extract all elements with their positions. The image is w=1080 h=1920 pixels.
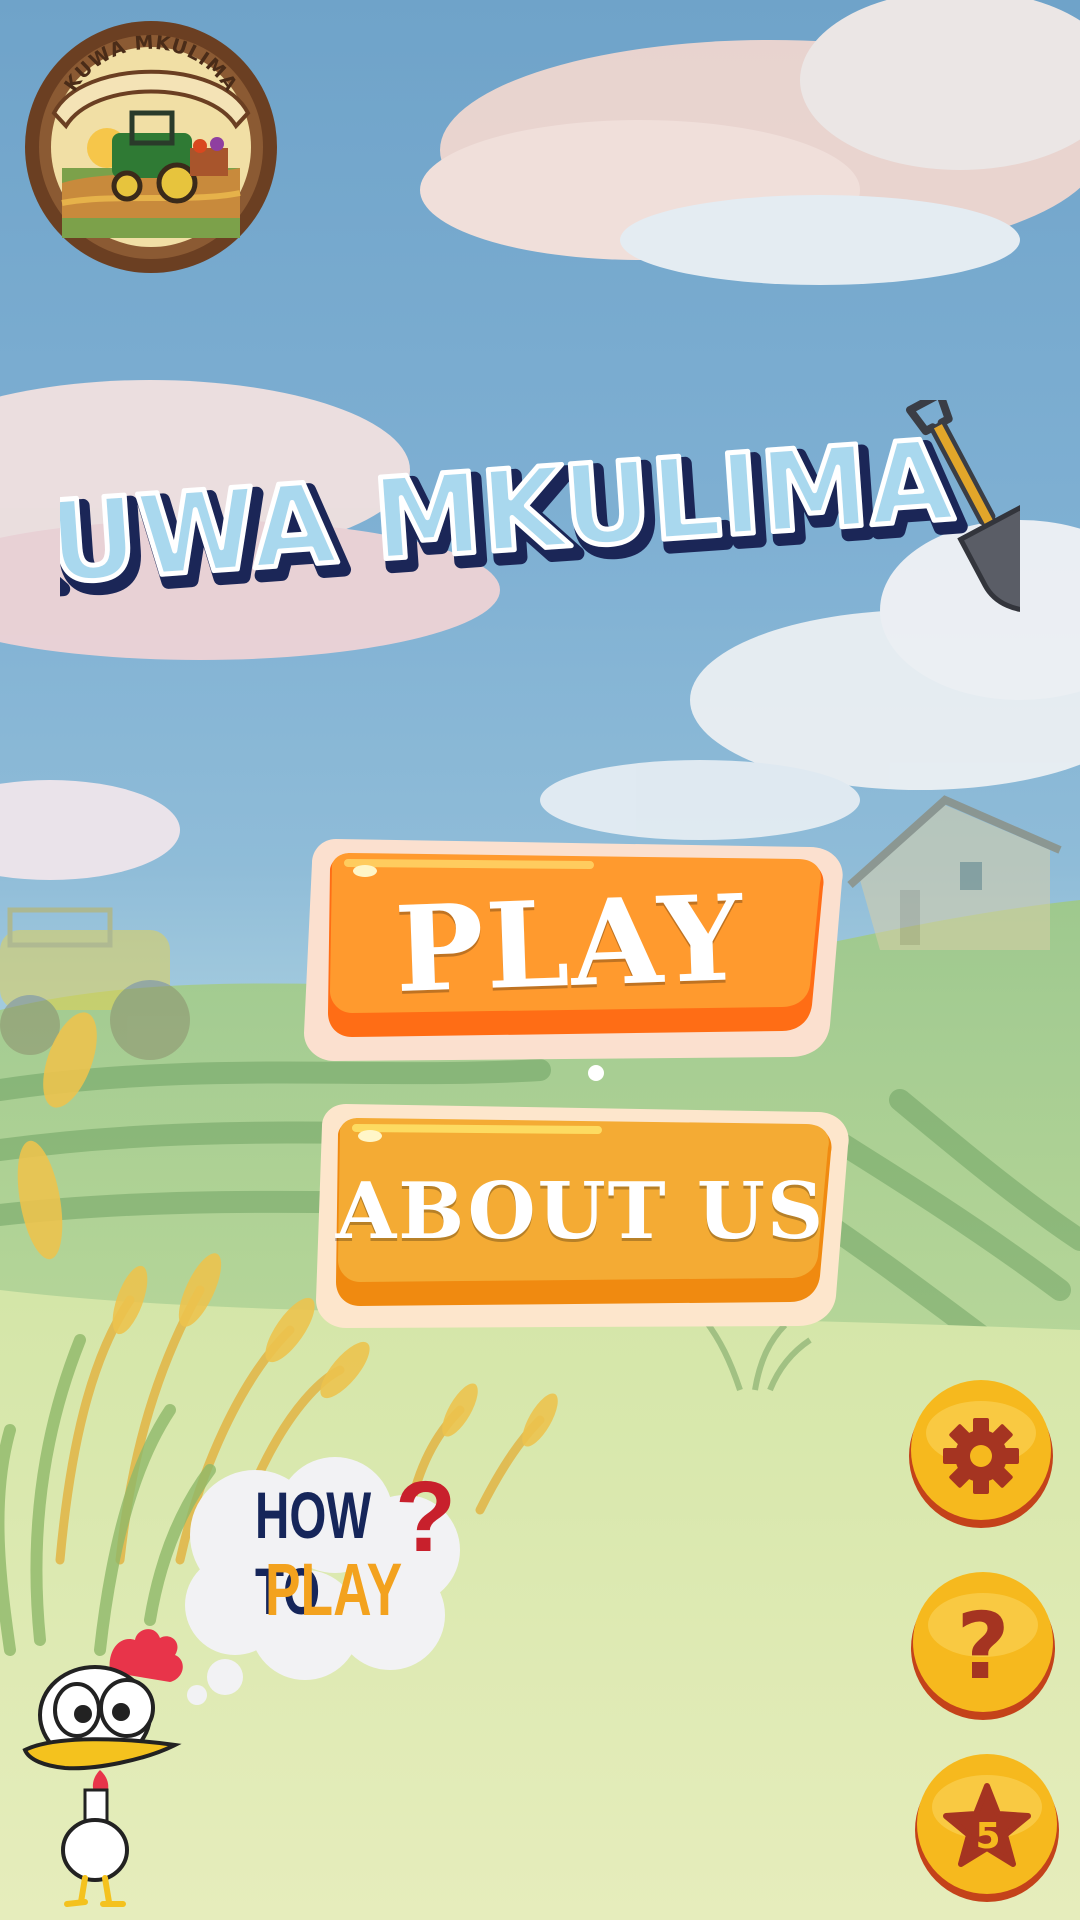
separator-dot	[588, 1065, 604, 1081]
level-number: 5	[975, 1816, 1000, 1857]
play-button[interactable]: PLAY	[290, 835, 850, 1065]
question-mark: ?	[395, 1461, 457, 1573]
question-icon: ?	[956, 1593, 1009, 1700]
about-us-button[interactable]: ABOUT US	[308, 1100, 853, 1332]
farmhouse	[847, 795, 1062, 950]
help-button[interactable]: ?	[908, 1570, 1058, 1720]
about-us-label: ABOUT US	[335, 1165, 826, 1257]
how-to-play-bubble[interactable]: HOW TO PLAY ?	[175, 1455, 475, 1705]
game-logo-badge: KUWA MKULIMA	[22, 18, 280, 276]
play-label: PLAY	[392, 867, 747, 1019]
gear-icon	[943, 1418, 1019, 1494]
level-star-button[interactable]: 5	[912, 1752, 1062, 1902]
settings-button[interactable]	[906, 1378, 1056, 1528]
chicken-mascot	[15, 1620, 190, 1910]
game-title: KUWA MKULIMA KUWA MKULIMA	[0, 390, 1053, 650]
main-menu-screen: KUWA MKULIMA KUWA MKULIMA KUWA MKULIMA P…	[0, 0, 1080, 1920]
play-text: PLAY	[265, 1548, 403, 1631]
